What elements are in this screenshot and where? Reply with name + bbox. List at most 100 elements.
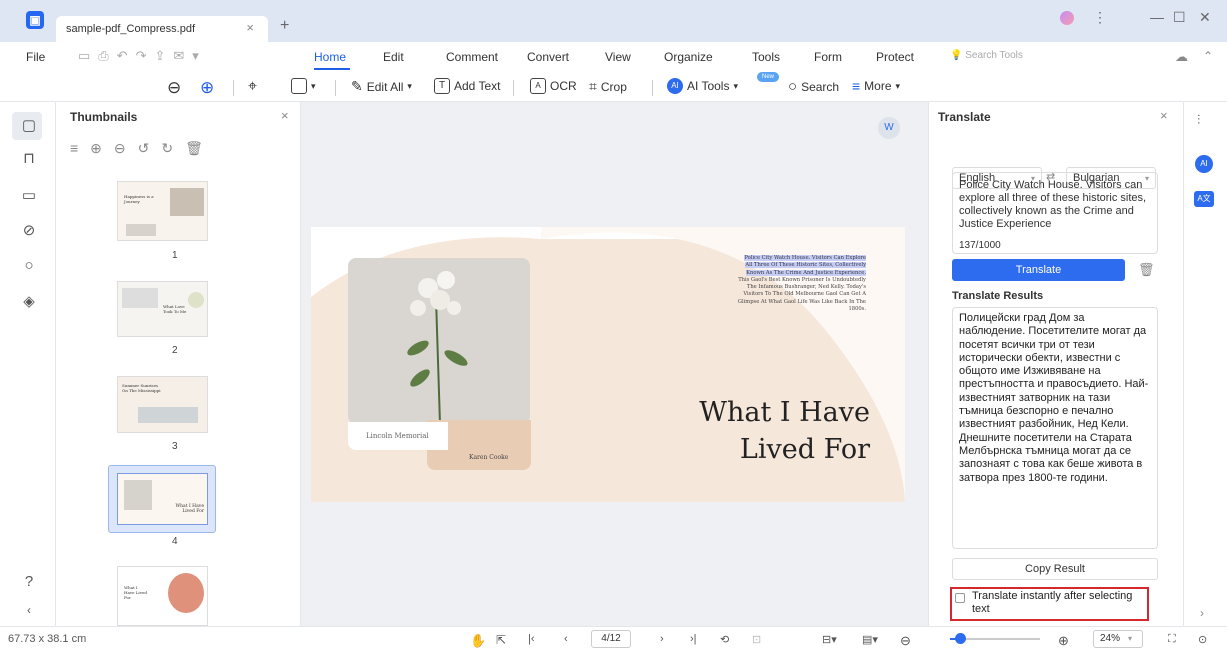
properties-icon[interactable]: ⫶ bbox=[1197, 112, 1200, 128]
zoom-in-icon[interactable]: ⊕ bbox=[200, 78, 214, 98]
new-badge: New bbox=[757, 72, 779, 82]
menu-comment[interactable]: Comment bbox=[446, 50, 498, 64]
next-page-icon[interactable]: › bbox=[660, 633, 664, 645]
help-icon[interactable]: ? bbox=[20, 573, 38, 590]
convert-to-word-icon[interactable]: W bbox=[878, 117, 900, 139]
copy-result-button[interactable]: Copy Result bbox=[952, 558, 1158, 580]
thumbnail-page-4[interactable]: What I Have Lived For bbox=[117, 473, 208, 525]
collapse-right-icon[interactable]: › bbox=[1200, 606, 1204, 620]
fit-page-icon[interactable]: ⊡ bbox=[752, 633, 761, 646]
search-tools-input[interactable]: 💡 Search Tools bbox=[950, 50, 1023, 61]
search-sidebar-icon[interactable]: ○ bbox=[20, 257, 38, 274]
menu-organize[interactable]: Organize bbox=[664, 50, 713, 64]
ocr-icon: A bbox=[530, 78, 546, 94]
instant-translate-checkbox[interactable] bbox=[955, 593, 965, 603]
thumb-menu-icon[interactable]: ≡ bbox=[70, 140, 78, 157]
close-translate-icon[interactable]: × bbox=[1160, 108, 1168, 123]
tab-title: sample-pdf_Compress.pdf bbox=[66, 23, 196, 35]
status-zoom-in-icon[interactable]: ⊕ bbox=[1058, 633, 1069, 649]
attachment-icon[interactable]: ⊘ bbox=[20, 221, 38, 239]
clear-text-icon[interactable]: 🗑 bbox=[1138, 262, 1155, 278]
translate-button[interactable]: Translate bbox=[952, 259, 1125, 281]
photo-caption: Lincoln Memorial bbox=[348, 422, 448, 450]
thumbnail-tools: ≡ ⊕ ⊖ ↺ ↻ 🗑 bbox=[70, 140, 203, 157]
ai-assistant-icon[interactable]: AI bbox=[1195, 155, 1213, 173]
thumbnail-page-2[interactable]: What Love Took To Me bbox=[117, 281, 208, 337]
body-paragraph[interactable]: Police City Watch House. Visitors Can Ex… bbox=[736, 255, 866, 313]
ocr-button[interactable]: A OCR bbox=[530, 78, 577, 94]
delete-page-icon[interactable]: 🗑 bbox=[185, 140, 203, 157]
ai-icon: AI bbox=[667, 78, 683, 94]
close-tab-icon[interactable]: × bbox=[246, 20, 254, 35]
zoom-slider-handle[interactable] bbox=[955, 633, 966, 644]
zoom-out-icon[interactable]: ⊖ bbox=[167, 78, 181, 98]
source-text-area[interactable]: Police City Watch House. Visitors can ex… bbox=[952, 172, 1158, 254]
edit-all-button[interactable]: ✎ Edit All ▾ bbox=[351, 78, 412, 95]
document-title: What I Have Lived For bbox=[699, 397, 870, 465]
minimize-icon[interactable]: — bbox=[1150, 9, 1164, 25]
thumbnails-icon[interactable]: ▢ bbox=[20, 116, 38, 134]
bookmark-icon[interactable]: ⊓ bbox=[20, 149, 38, 167]
rotate-right-icon[interactable]: ↻ bbox=[161, 140, 173, 157]
menu-tools[interactable]: Tools bbox=[752, 50, 780, 64]
menu-protect[interactable]: Protect bbox=[876, 50, 914, 64]
status-zoom-out-icon[interactable]: ⊖ bbox=[900, 633, 911, 649]
thumbnail-page-1[interactable]: Happiness is a Journey bbox=[117, 181, 208, 241]
thumb-zoom-out-icon[interactable]: ⊖ bbox=[114, 140, 126, 157]
shape-dropdown[interactable]: ▾ bbox=[291, 78, 316, 94]
profile-avatar[interactable] bbox=[1060, 11, 1074, 25]
comment-icon[interactable]: ▭ bbox=[20, 186, 38, 204]
rectangle-icon bbox=[291, 78, 307, 94]
rotate-left-icon[interactable]: ↺ bbox=[138, 140, 150, 157]
thumb-zoom-in-icon[interactable]: ⊕ bbox=[90, 140, 102, 157]
left-sidebar bbox=[0, 102, 56, 626]
kebab-menu-icon[interactable]: ⋮ bbox=[1093, 9, 1107, 26]
last-page-icon[interactable]: ›| bbox=[690, 633, 697, 645]
close-thumbnails-icon[interactable]: × bbox=[281, 108, 289, 123]
rotate-view-icon[interactable]: ⟲ bbox=[720, 633, 729, 646]
settings-icon[interactable]: ⊙ bbox=[1198, 633, 1207, 646]
right-sidebar bbox=[1183, 102, 1227, 626]
menu-view[interactable]: View bbox=[605, 50, 631, 64]
menu-home[interactable]: Home bbox=[314, 50, 346, 64]
zoom-level-select[interactable]: 24% ▾ bbox=[1093, 630, 1143, 648]
selected-text-highlight[interactable]: Police City Watch House. Visitors Can Ex… bbox=[744, 255, 866, 276]
layers-icon[interactable]: ◈ bbox=[20, 292, 38, 310]
crop-button[interactable]: ⌗ Crop bbox=[589, 78, 627, 95]
cloud-upload-icon[interactable]: ☁ bbox=[1175, 49, 1188, 65]
more-button[interactable]: ≡ More ▾ bbox=[852, 78, 900, 94]
menu-convert[interactable]: Convert bbox=[527, 50, 569, 64]
select-tool-icon[interactable]: ⇱ bbox=[496, 633, 506, 647]
document-tab[interactable]: sample-pdf_Compress.pdf × bbox=[56, 16, 268, 42]
menu-edit[interactable]: Edit bbox=[383, 50, 404, 64]
quick-access-icons[interactable]: ▭⎙↶↷⇪✉▾ bbox=[78, 48, 207, 64]
first-page-icon[interactable]: |‹ bbox=[528, 633, 535, 645]
menu-file[interactable]: File bbox=[26, 50, 45, 64]
thumbnail-page-3[interactable]: Summer Sunrises On The Mississippi bbox=[117, 376, 208, 433]
translate-results-area[interactable]: Полицейски град Дом за наблюдение. Посет… bbox=[952, 307, 1158, 549]
page-number-input[interactable]: 4/12 bbox=[591, 630, 631, 648]
search-button[interactable]: ○ Search bbox=[788, 78, 839, 95]
collapse-ribbon-icon[interactable]: ⌃ bbox=[1203, 49, 1213, 63]
new-tab-icon[interactable]: + bbox=[280, 17, 289, 35]
translate-results-label: Translate Results bbox=[952, 290, 1044, 302]
hand-tool-icon[interactable]: ✋ bbox=[470, 633, 486, 649]
add-text-button[interactable]: T Add Text bbox=[434, 78, 500, 94]
text-box-icon: T bbox=[434, 78, 450, 94]
view-mode-dropdown[interactable]: ▤▾ bbox=[862, 633, 878, 646]
page-layout-dropdown[interactable]: ⊟▾ bbox=[822, 633, 837, 646]
fullscreen-icon[interactable]: ⛶ bbox=[1168, 633, 1176, 646]
instant-translate-label: Translate instantly after selecting text bbox=[972, 590, 1133, 615]
menu-form[interactable]: Form bbox=[814, 50, 842, 64]
prev-page-icon[interactable]: ‹ bbox=[564, 633, 568, 645]
chevron-down-icon: ▾ bbox=[1128, 634, 1133, 643]
collapse-left-icon[interactable]: ‹ bbox=[20, 603, 38, 617]
ai-tools-button[interactable]: AI AI Tools ▾ bbox=[667, 78, 738, 94]
thumbnail-page-5[interactable]: What I Have Lived For bbox=[117, 566, 208, 626]
translate-title: Translate bbox=[938, 110, 991, 124]
maximize-icon[interactable]: ☐ bbox=[1173, 9, 1186, 26]
highlight-icon[interactable]: ⌖ bbox=[248, 78, 257, 96]
translate-icon[interactable]: A文 bbox=[1194, 191, 1214, 207]
character-count: 137/1000 bbox=[959, 240, 1001, 251]
window-close-icon[interactable]: ✕ bbox=[1199, 9, 1211, 26]
